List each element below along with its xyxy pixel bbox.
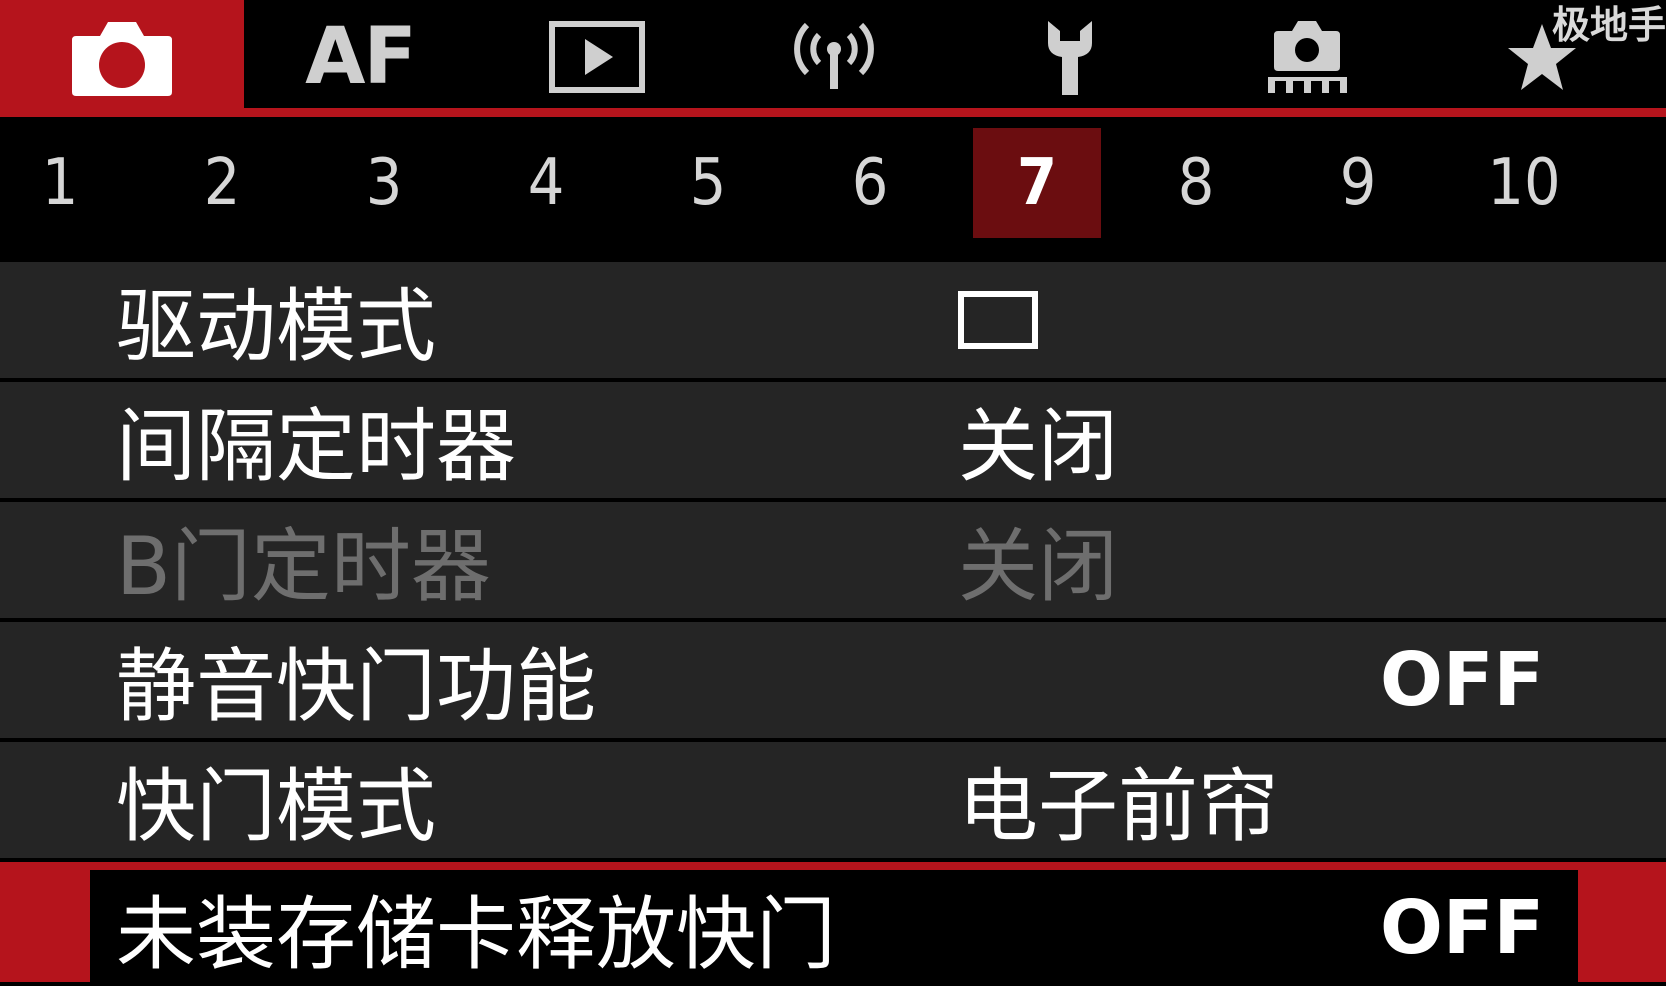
menu-item-value [958, 262, 1038, 378]
tab-playback[interactable] [540, 0, 654, 113]
wireless-icon [789, 19, 879, 95]
category-tab-bar: AF 极地手 [0, 0, 1666, 118]
menu-item-release-without-card[interactable]: 未装存储卡释放快门 OFF [0, 862, 1666, 982]
menu-item-value: 电子前帘 [958, 760, 1278, 853]
menu-item-interval-timer[interactable]: 间隔定时器 关闭 [0, 382, 1666, 498]
category-underline [0, 108, 1666, 117]
menu-item-value: OFF [1379, 637, 1544, 723]
page-tab-10[interactable]: 10 [1460, 128, 1588, 238]
tab-af[interactable]: AF [290, 0, 430, 113]
page-number-row: 1 2 3 4 5 6 7 8 9 10 [0, 118, 1666, 258]
menu-item-label: 快门模式 [116, 760, 436, 853]
page-tab-2[interactable]: 2 [158, 128, 286, 238]
page-tab-3[interactable]: 3 [320, 128, 448, 238]
menu-item-label: 驱动模式 [116, 280, 436, 373]
af-label: AF [305, 11, 417, 102]
menu-item-value: OFF [1379, 885, 1544, 971]
custom-functions-icon [1264, 17, 1350, 97]
page-tab-5[interactable]: 5 [644, 128, 772, 238]
menu-item-label: 静音快门功能 [116, 640, 596, 733]
page-tab-8[interactable]: 8 [1132, 128, 1260, 238]
watermark: 极地手 [1551, 3, 1666, 47]
menu-item-value: 关闭 [958, 520, 1118, 613]
menu-item-shutter-mode[interactable]: 快门模式 电子前帘 [0, 742, 1666, 858]
page-tab-7[interactable]: 7 [973, 128, 1101, 238]
page-tab-6[interactable]: 6 [806, 128, 934, 238]
menu-item-silent-shutter[interactable]: 静音快门功能 OFF [0, 622, 1666, 738]
tab-wireless[interactable] [784, 0, 884, 113]
single-shot-icon [958, 291, 1038, 349]
tab-custom-functions[interactable] [1262, 0, 1352, 113]
page-tab-4[interactable]: 4 [482, 128, 610, 238]
menu-item-label: B门定时器 [116, 520, 491, 613]
menu-item-drive-mode[interactable]: 驱动模式 [0, 262, 1666, 378]
menu-item-label: 未装存储卡释放快门 [116, 888, 836, 981]
tab-setup[interactable] [1030, 0, 1110, 113]
menu-item-value: 关闭 [958, 400, 1118, 493]
menu-item-bulb-timer: B门定时器 关闭 [0, 502, 1666, 618]
menu-item-label: 间隔定时器 [116, 400, 516, 493]
camera-icon [70, 16, 174, 98]
page-tab-9[interactable]: 9 [1294, 128, 1422, 238]
wrench-icon [1038, 17, 1102, 97]
tab-shooting[interactable] [0, 0, 244, 113]
page-tab-1[interactable]: 1 [0, 128, 124, 238]
playback-icon [549, 20, 645, 93]
